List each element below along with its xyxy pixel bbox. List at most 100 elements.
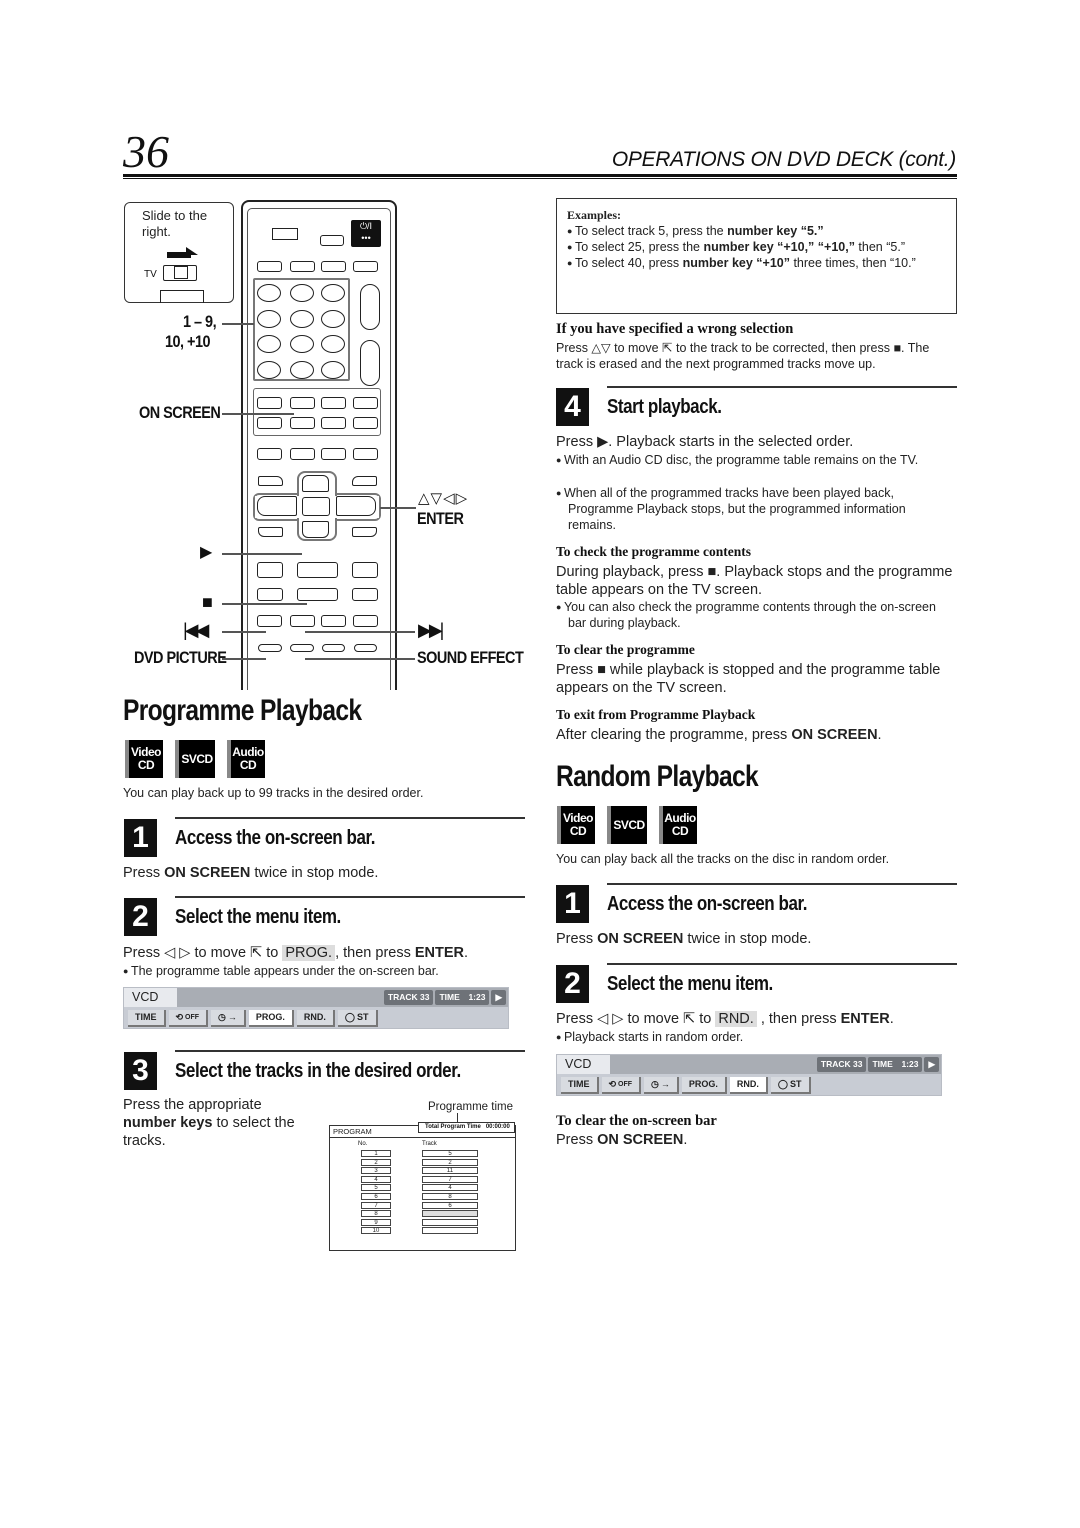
- play-button[interactable]: [297, 562, 338, 578]
- clock-icon: ◷: [651, 1078, 659, 1089]
- remote-button[interactable]: [322, 644, 345, 652]
- random-playback-title: Random Playback: [556, 760, 759, 793]
- step-4-text: Press ▶. Playback starts in the selected…: [556, 434, 854, 450]
- prog-button[interactable]: PROG.: [248, 1009, 294, 1027]
- remote-button[interactable]: [321, 417, 346, 429]
- number-key[interactable]: [321, 284, 345, 302]
- program-track-cell[interactable]: 7: [422, 1175, 478, 1183]
- prog-button[interactable]: PROG.: [681, 1076, 727, 1094]
- dpad-left-button[interactable]: [257, 496, 297, 516]
- power-button[interactable]: ⏻/I •••: [351, 220, 381, 247]
- rnd-highlight: RND.: [715, 1011, 757, 1027]
- dpad-up-button[interactable]: [302, 475, 329, 492]
- step-2: 2 Select the menu item.: [124, 898, 370, 936]
- next-icon: ▶▶|: [418, 620, 444, 640]
- remote-button[interactable]: [352, 476, 377, 486]
- program-track-cell[interactable]: [422, 1227, 478, 1235]
- program-track-cell[interactable]: 4: [422, 1184, 478, 1192]
- remote-button[interactable]: [321, 448, 346, 460]
- remote-button[interactable]: [257, 562, 283, 578]
- program-track-cell[interactable]: 11: [422, 1167, 478, 1175]
- repeat-button[interactable]: ⟲ OFF: [168, 1009, 209, 1027]
- prog-highlight: PROG.: [282, 945, 336, 961]
- remote-button[interactable]: [258, 527, 283, 537]
- clock-icon: ◷: [218, 1011, 226, 1022]
- number-key[interactable]: [290, 284, 314, 302]
- number-key[interactable]: [290, 310, 314, 328]
- number-key[interactable]: [290, 361, 314, 379]
- remote-button[interactable]: [257, 588, 283, 601]
- programme-playback-title: Programme Playback: [123, 694, 362, 727]
- dvd-picture-button[interactable]: [258, 644, 282, 652]
- step-title: Select the tracks in the desired order.: [175, 1059, 461, 1082]
- header-rule: [123, 174, 957, 177]
- number-key[interactable]: [290, 335, 314, 353]
- program-no-cell: 5: [361, 1184, 391, 1192]
- number-key[interactable]: [321, 310, 345, 328]
- number-key[interactable]: [321, 361, 345, 379]
- number-key[interactable]: [321, 335, 345, 353]
- leader-line: [222, 631, 266, 633]
- remote-button[interactable]: [321, 397, 346, 409]
- remote-button[interactable]: [352, 527, 377, 537]
- time-search-button[interactable]: ◷ →: [644, 1076, 679, 1094]
- play-status-icon: ▶: [491, 990, 506, 1005]
- repeat-button[interactable]: ⟲ OFF: [601, 1076, 642, 1094]
- remote-button[interactable]: [321, 261, 346, 272]
- sound-effect-label: SOUND EFFECT: [417, 648, 524, 667]
- enter-button[interactable]: [302, 497, 330, 516]
- prev-button[interactable]: [257, 615, 282, 627]
- dpad-down-button[interactable]: [302, 521, 329, 538]
- number-key[interactable]: [257, 284, 281, 302]
- remote-button[interactable]: [257, 448, 282, 460]
- remote-button[interactable]: [352, 562, 378, 578]
- program-track-cell[interactable]: 5: [422, 1150, 478, 1157]
- next-button[interactable]: [290, 615, 315, 627]
- dpad-right-button[interactable]: [336, 496, 376, 516]
- stop-button[interactable]: [297, 588, 338, 601]
- volume-rocker[interactable]: [360, 284, 380, 330]
- remote-button[interactable]: [257, 261, 282, 272]
- remote-button[interactable]: [354, 644, 377, 652]
- audio-button[interactable]: ◯ ST: [770, 1076, 811, 1094]
- number-key[interactable]: [257, 361, 281, 379]
- remote-button[interactable]: [353, 417, 378, 429]
- remote-dot-button[interactable]: [320, 235, 344, 246]
- remote-button[interactable]: [290, 448, 315, 460]
- number-key[interactable]: [257, 310, 281, 328]
- on-screen-button[interactable]: [290, 397, 315, 409]
- remote-button[interactable]: [353, 397, 378, 409]
- channel-rocker[interactable]: [360, 340, 380, 386]
- remote-mode-switch[interactable]: [272, 228, 298, 240]
- play-status-icon: ▶: [924, 1057, 939, 1072]
- program-track-cell[interactable]: [422, 1210, 478, 1218]
- rnd-button[interactable]: RND.: [729, 1076, 768, 1094]
- svcd-badge: SVCD: [175, 740, 215, 778]
- remote-button[interactable]: [353, 261, 378, 272]
- remote-button[interactable]: [353, 615, 378, 627]
- rnd-button[interactable]: RND.: [296, 1009, 335, 1027]
- col-track-header: Track: [422, 1141, 437, 1147]
- sound-effect-button[interactable]: [290, 644, 314, 652]
- program-track-cell[interactable]: 8: [422, 1193, 478, 1200]
- time-button[interactable]: TIME: [561, 1076, 599, 1094]
- power-dots: •••: [361, 233, 371, 243]
- examples-title: Examples:: [567, 208, 621, 222]
- time-button[interactable]: TIME: [128, 1009, 166, 1027]
- number-key[interactable]: [257, 335, 281, 353]
- tv-label: TV: [144, 269, 157, 280]
- remote-button[interactable]: [257, 397, 282, 409]
- audio-button[interactable]: ◯ ST: [337, 1009, 378, 1027]
- remote-button[interactable]: [290, 261, 315, 272]
- program-track-cell[interactable]: 6: [422, 1201, 478, 1209]
- remote-button[interactable]: [257, 417, 282, 429]
- remote-button[interactable]: [353, 448, 378, 460]
- remote-button[interactable]: [290, 417, 315, 429]
- remote-button[interactable]: [258, 476, 283, 486]
- onscreen-bar-prog: VCD TRACK 33 TIME 1:23 ▶ TIME ⟲ OFF ◷ → PRO…: [123, 987, 509, 1029]
- remote-button[interactable]: [352, 588, 378, 601]
- program-track-cell[interactable]: 2: [422, 1158, 478, 1166]
- time-search-button[interactable]: ◷ →: [211, 1009, 246, 1027]
- program-track-cell[interactable]: [422, 1218, 478, 1226]
- remote-button[interactable]: [321, 615, 346, 627]
